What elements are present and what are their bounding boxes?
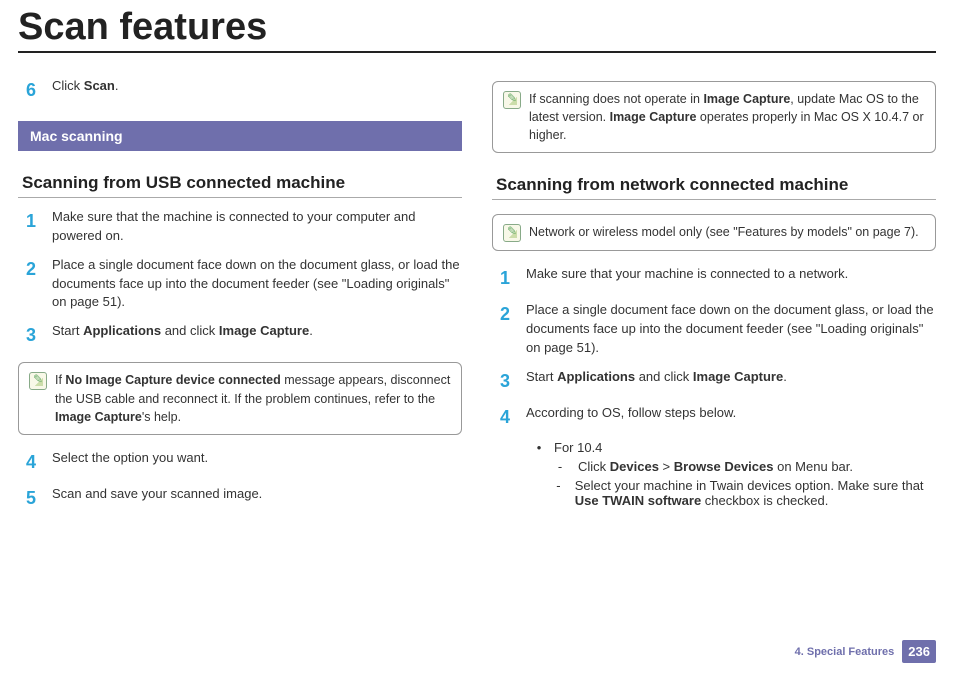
dash-list: - Click Devices > Browse Devices on Menu…: [556, 459, 936, 508]
step-text: Click Scan.: [52, 77, 462, 96]
step-text: According to OS, follow steps below.: [526, 404, 936, 423]
t: Devices: [610, 459, 659, 474]
chapter-label: 4. Special Features: [795, 646, 895, 658]
page-title: Scan features: [0, 0, 954, 49]
dash: -: [556, 478, 561, 508]
note-icon: [503, 224, 521, 242]
dash: -: [556, 459, 564, 474]
step-number: 4: [26, 449, 52, 475]
subheading-network: Scanning from network connected machine: [496, 175, 936, 195]
left-column: 6 Click Scan. Mac scanning Scanning from…: [18, 67, 462, 521]
step-number: 6: [26, 77, 52, 103]
step-text: Place a single document face down on the…: [52, 256, 462, 313]
step-number: 2: [26, 256, 52, 282]
note-text: Network or wireless model only (see "Fea…: [529, 223, 919, 241]
t: If scanning does not operate in: [529, 92, 703, 106]
step-number: 1: [26, 208, 52, 234]
note-icon: [29, 372, 47, 390]
t: Image Capture: [610, 110, 697, 124]
step-4: 4 According to OS, follow steps below.: [500, 404, 936, 430]
step-number: 2: [500, 301, 526, 327]
page-number: 236: [902, 640, 936, 663]
t: For 10.4: [554, 440, 602, 455]
note-icon: [503, 91, 521, 109]
t: and click: [635, 369, 693, 384]
page-footer: 4. Special Features 236: [795, 640, 936, 663]
step-text: Start Applications and click Image Captu…: [52, 322, 462, 341]
step-text: Start Applications and click Image Captu…: [526, 368, 936, 387]
right-column: If scanning does not operate in Image Ca…: [492, 67, 936, 521]
t: .: [309, 323, 313, 338]
sub-rule: [18, 197, 462, 198]
step-3: 3 Start Applications and click Image Cap…: [500, 368, 936, 394]
section-bar-mac-scanning: Mac scanning: [18, 121, 462, 151]
step-4: 4 Select the option you want.: [26, 449, 462, 475]
t: Image Capture: [693, 369, 783, 384]
t: >: [659, 459, 674, 474]
subheading-usb: Scanning from USB connected machine: [22, 173, 462, 193]
step-text: Select the option you want.: [52, 449, 462, 468]
t: Select your machine in Twain devices opt…: [575, 478, 936, 508]
step-5: 5 Scan and save your scanned image.: [26, 485, 462, 511]
t: 's help.: [142, 410, 181, 424]
t: on Menu bar.: [774, 459, 854, 474]
t: Applications: [83, 323, 161, 338]
step-text: Make sure that your machine is connected…: [526, 265, 936, 284]
note-image-capture-version: If scanning does not operate in Image Ca…: [492, 81, 936, 153]
bullet: •: [534, 440, 544, 455]
step-2: 2 Place a single document face down on t…: [500, 301, 936, 358]
step-number: 3: [26, 322, 52, 348]
sub-rule: [492, 199, 936, 200]
t: Image Capture: [219, 323, 309, 338]
t: checkbox is checked.: [701, 493, 828, 508]
note-no-device: If No Image Capture device connected mes…: [18, 362, 462, 434]
list-item: • For 10.4: [534, 440, 936, 455]
step-3: 3 Start Applications and click Image Cap…: [26, 322, 462, 348]
t: Use TWAIN software: [575, 493, 701, 508]
step-2: 2 Place a single document face down on t…: [26, 256, 462, 313]
t: Scan: [84, 78, 115, 93]
t: Applications: [557, 369, 635, 384]
step-text: Scan and save your scanned image.: [52, 485, 462, 504]
t: and click: [161, 323, 219, 338]
t: If: [55, 373, 65, 387]
step-1: 1 Make sure that your machine is connect…: [500, 265, 936, 291]
title-rule: [18, 51, 936, 53]
t: Start: [526, 369, 557, 384]
list-item: - Select your machine in Twain devices o…: [556, 478, 936, 508]
t: Click: [52, 78, 84, 93]
t: Image Capture: [55, 410, 142, 424]
t: .: [115, 78, 119, 93]
step-number: 1: [500, 265, 526, 291]
note-text: If No Image Capture device connected mes…: [55, 371, 451, 425]
step-text: Make sure that the machine is connected …: [52, 208, 462, 246]
t: Click: [578, 459, 610, 474]
t: Select your machine in Twain devices opt…: [575, 478, 924, 493]
content-columns: 6 Click Scan. Mac scanning Scanning from…: [0, 67, 954, 521]
step-number: 4: [500, 404, 526, 430]
t: Browse Devices: [674, 459, 774, 474]
t: .: [783, 369, 787, 384]
note-text: If scanning does not operate in Image Ca…: [529, 90, 925, 144]
note-network-model: Network or wireless model only (see "Fea…: [492, 214, 936, 251]
step-number: 5: [26, 485, 52, 511]
step-text: Place a single document face down on the…: [526, 301, 936, 358]
os-bullet-list: • For 10.4 - Click Devices > Browse Devi…: [534, 440, 936, 508]
t: Click Devices > Browse Devices on Menu b…: [578, 459, 853, 474]
list-item: - Click Devices > Browse Devices on Menu…: [556, 459, 936, 474]
t: Image Capture: [703, 92, 790, 106]
step-number: 3: [500, 368, 526, 394]
t: Start: [52, 323, 83, 338]
step-1: 1 Make sure that the machine is connecte…: [26, 208, 462, 246]
step-6: 6 Click Scan.: [26, 77, 462, 103]
t: No Image Capture device connected: [65, 373, 280, 387]
